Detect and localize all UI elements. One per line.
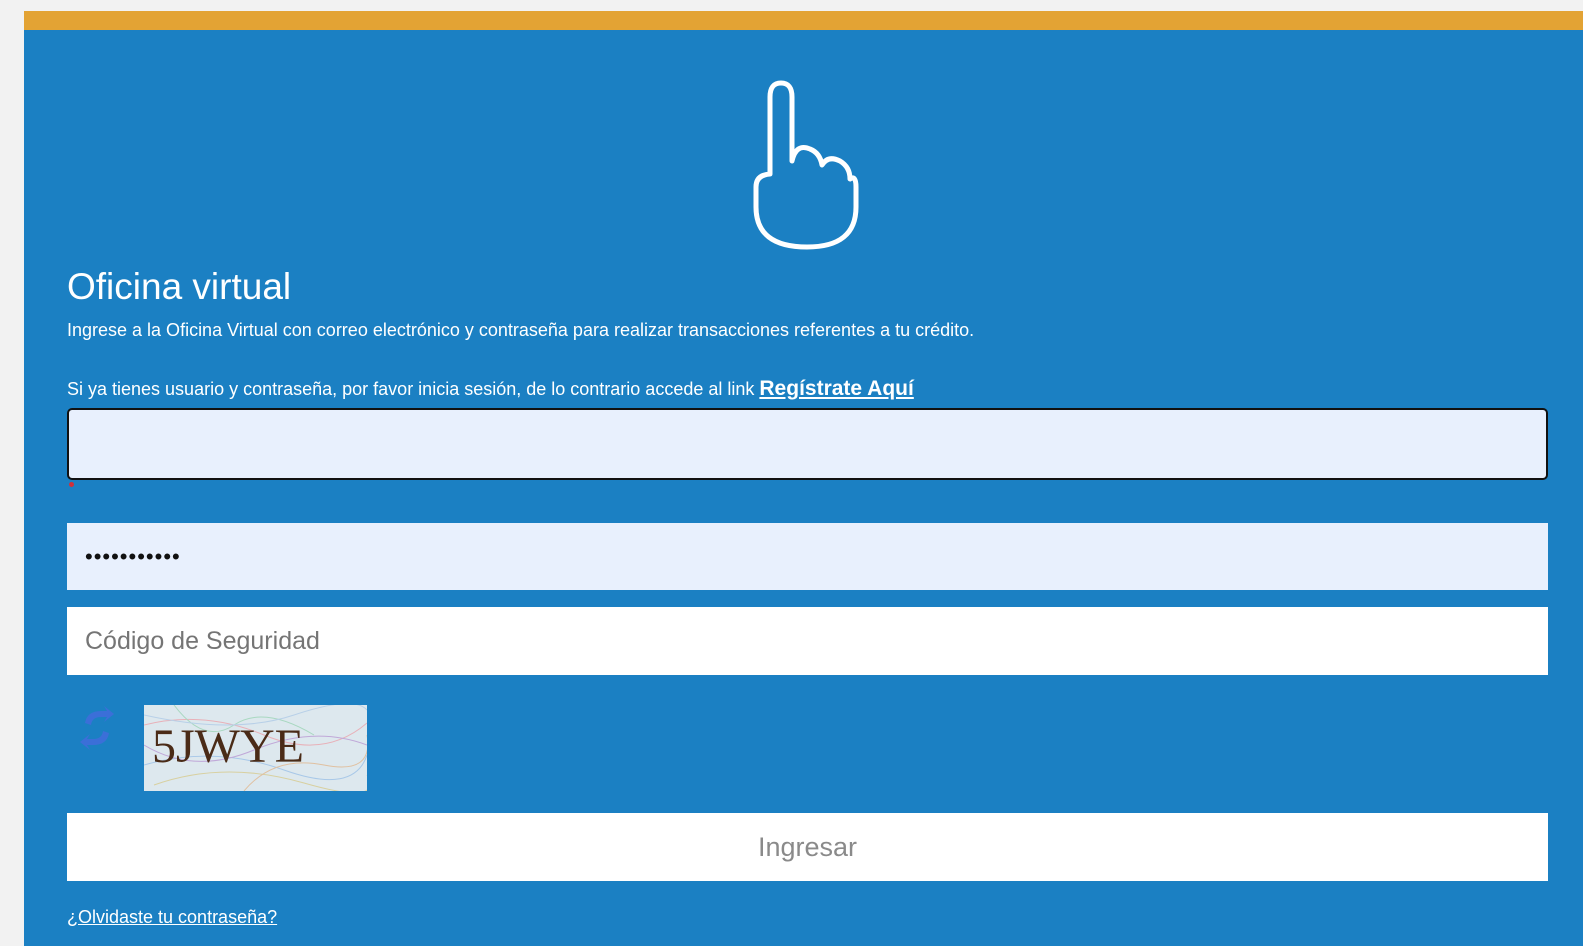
refresh-icon[interactable] [77, 705, 117, 751]
top-accent-bar [24, 11, 1583, 30]
forgot-password-link[interactable]: ¿Olvidaste tu contraseña? [67, 907, 277, 928]
pointing-hand-icon [753, 80, 859, 250]
required-marker [69, 482, 74, 487]
page-title: Oficina virtual [67, 266, 292, 307]
security-code-input[interactable] [67, 607, 1548, 675]
register-prompt: Si ya tienes usuario y contraseña, por f… [67, 377, 914, 401]
register-link[interactable]: Regístrate Aquí [759, 377, 913, 400]
password-field[interactable]: ••••••••••• [67, 523, 1548, 590]
page-subtitle: Ingrese a la Oficina Virtual con correo … [67, 320, 975, 340]
captcha-text: 5JWYE [152, 720, 304, 773]
captcha-image: 5JWYE [144, 705, 367, 791]
register-prompt-text: Si ya tienes usuario y contraseña, por f… [67, 379, 755, 399]
email-field[interactable] [67, 408, 1548, 480]
login-panel: Oficina virtual Ingrese a la Oficina Vir… [24, 11, 1583, 946]
submit-button[interactable]: Ingresar [67, 813, 1548, 881]
